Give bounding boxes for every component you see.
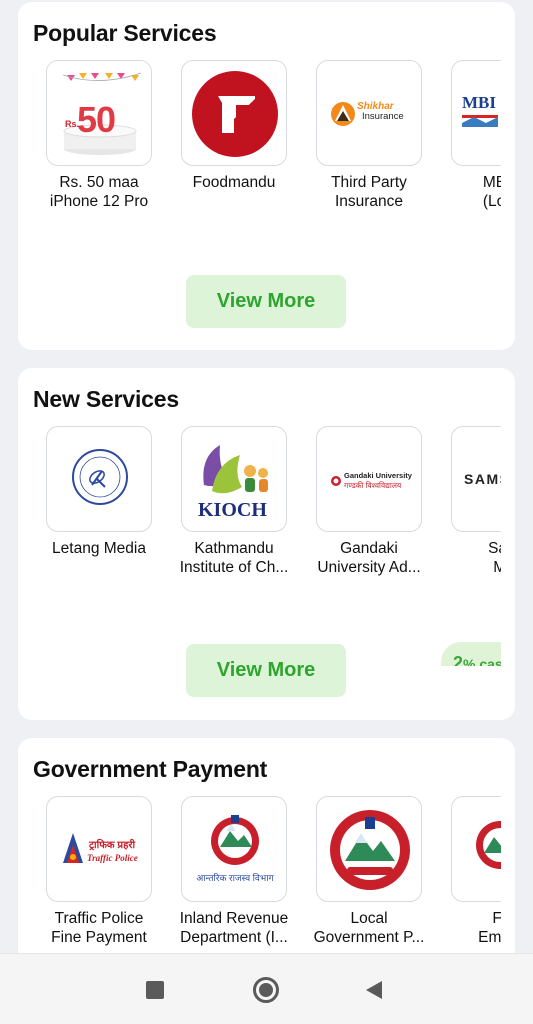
nepal-emblem-icon [316, 796, 422, 902]
insurance-logo-subtitle: Insurance [362, 111, 404, 122]
cashback-badge: 2% cas [441, 642, 501, 666]
traffic-police-logo-icon: ट्राफिक प्रहरी Traffic Police [46, 796, 152, 902]
government-payment-list[interactable]: ट्राफिक प्रहरी Traffic Police Traffic Po… [46, 796, 501, 978]
popular-view-more-button[interactable]: View More [186, 275, 346, 328]
new-services-title: New Services [33, 386, 179, 412]
service-tile-label: Foodmandu [192, 174, 276, 191]
traffic-police-logo-title: ट्राफिक प्रहरी [89, 840, 136, 851]
gandaki-university-logo-icon: Gandaki University गण्डकी विश्वविद्यालय [316, 426, 422, 532]
new-services-view-more-button[interactable]: View More [186, 644, 346, 697]
popular-services-list[interactable]: Rs. 50 Rs. 50 maa iPhone 12 Pro Foodmand… [46, 60, 501, 300]
back-icon[interactable] [364, 979, 384, 1001]
government-payment-card: Government Payment ट्राफिक प्रहरी Traffi… [18, 738, 515, 978]
recent-apps-icon[interactable] [146, 981, 164, 999]
popular-services-card: Popular Services Rs. 50 Rs. 50 maa iPhon… [18, 2, 515, 350]
gandaki-logo-subtitle: गण्डकी विश्वविद्यालय [344, 481, 402, 490]
service-tile-label: Local Government P... [313, 910, 425, 946]
popular-services-title: Popular Services [33, 20, 217, 46]
letang-media-logo-icon [46, 426, 152, 532]
government-payment-title: Government Payment [33, 756, 268, 782]
home-icon[interactable] [253, 977, 279, 1003]
ird-logo-text: आन्तरिक राजस्व विभाग [196, 873, 274, 883]
service-tile-label: Rs. 50 maa iPhone 12 Pro [49, 174, 149, 210]
service-tile-label: Kathmandu Institute of Ch... [179, 540, 289, 576]
kioch-logo-icon: KIOCH [181, 426, 287, 532]
iphone-offer-icon: Rs. 50 [46, 60, 152, 166]
service-tile-label: Inland Revenue Department (I... [179, 910, 289, 946]
foodmandu-logo-icon [181, 60, 287, 166]
service-tile-label: Gandaki University Ad... [317, 540, 421, 576]
samsung-logo-icon: SAMS [451, 426, 501, 532]
service-tile-label: Traffic Police Fine Payment [51, 910, 147, 946]
system-navigation-bar [0, 953, 533, 1024]
kioch-logo-text: KIOCH [198, 499, 267, 521]
service-tile-label: Third Party Insurance [331, 174, 407, 210]
service-tile-label: For Employ [478, 910, 501, 946]
traffic-police-logo-subtitle: Traffic Police [87, 853, 138, 863]
samsung-logo-text: SAMS [464, 471, 501, 487]
service-tile-label: MBJC (Local [482, 174, 501, 210]
new-services-card: New Services Letang Media KIOCH Kathmand… [18, 368, 515, 720]
new-services-list[interactable]: Letang Media KIOCH Kathmandu Institute o [46, 426, 501, 666]
service-tile-label: Letang Media [52, 540, 146, 557]
offer-amount-label: 50 [77, 99, 116, 140]
shikhar-insurance-logo-icon: Shikhar Insurance [316, 60, 422, 166]
mbjc-logo-icon: MBI [451, 60, 501, 166]
service-tile-label: Sam Mo [488, 540, 501, 576]
nepal-emblem-icon: आन्तरिक राजस्व विभाग [181, 796, 287, 902]
nepal-emblem-icon [451, 796, 501, 902]
gandaki-logo-title: Gandaki University [344, 471, 412, 480]
